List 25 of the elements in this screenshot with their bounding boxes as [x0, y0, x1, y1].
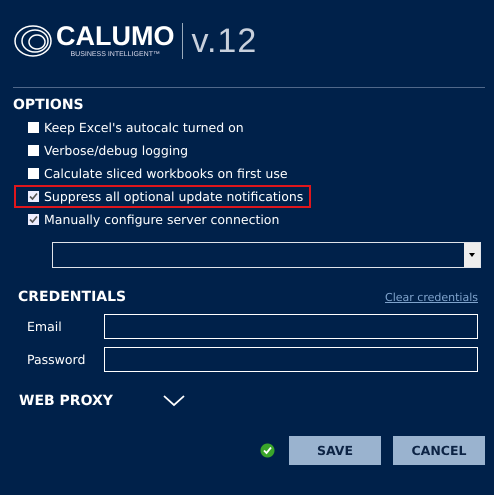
section-title: CREDENTIALS: [18, 288, 126, 306]
checkbox[interactable]: [28, 145, 39, 156]
checkbox[interactable]: [28, 122, 39, 133]
option-label: Calculate sliced workbooks on first use: [44, 166, 288, 181]
cancel-button[interactable]: CANCEL: [393, 436, 485, 465]
section-title: OPTIONS: [13, 96, 85, 114]
section-title: WEB PROXY: [19, 392, 113, 410]
checkbox[interactable]: [28, 191, 39, 202]
option-label: Manually configure server connection: [44, 212, 280, 227]
version-label: v.12: [191, 22, 258, 60]
clear-credentials-link[interactable]: Clear credentials: [385, 290, 478, 304]
checkbox[interactable]: [28, 214, 39, 225]
field-label: Password: [27, 352, 86, 367]
input-field[interactable]: [104, 314, 478, 339]
option-label: Keep Excel's autocalc turned on: [44, 120, 244, 135]
logo-name: CALUMO: [56, 22, 174, 50]
option-label: Verbose/debug logging: [44, 143, 188, 158]
option-label: Suppress all optional update notifications: [44, 189, 304, 204]
field-label: Email: [27, 319, 63, 334]
save-button[interactable]: SAVE: [289, 436, 381, 465]
server-dropdown[interactable]: [52, 242, 481, 268]
checkbox[interactable]: [28, 168, 39, 179]
logo-swirl-icon: [13, 23, 53, 59]
input-field[interactable]: [104, 347, 478, 372]
chevron-icon[interactable]: [162, 395, 185, 407]
